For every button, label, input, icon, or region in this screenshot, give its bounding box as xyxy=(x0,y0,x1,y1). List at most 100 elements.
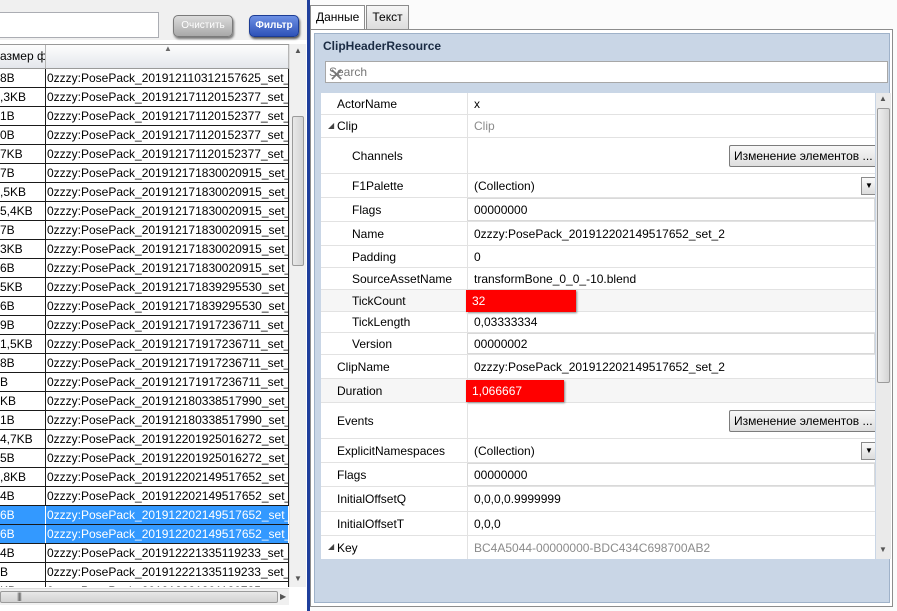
cell-name: 0zzzy:PosePack_201912171830020915_set_1 xyxy=(47,164,289,182)
prop-row-actorname[interactable]: ActorName x xyxy=(321,93,875,115)
prop-row-initialoffsetq[interactable]: InitialOffsetQ 0,0,0,0.9999999 xyxy=(321,487,875,512)
cell-size: 9B xyxy=(0,316,46,334)
table-row[interactable]: KB 0zzzy:PosePack_201912180338517990_set_… xyxy=(0,392,289,411)
scroll-up-icon[interactable]: ▲ xyxy=(294,46,302,55)
table-row[interactable]: 5,4KB 0zzzy:PosePack_201912171830020915_s… xyxy=(0,202,289,221)
tickcount-value: 32 xyxy=(472,294,486,308)
prop-name: ExplicitNamespaces xyxy=(337,443,446,458)
prop-value-field[interactable]: 00000002 xyxy=(467,333,875,354)
dropdown-arrow-icon[interactable]: ▼ xyxy=(861,442,875,460)
cell-name: 0zzzy:PosePack_201912171917236711_set_1 xyxy=(47,316,289,334)
prop-row-ticklength[interactable]: TickLength 0,03333334 xyxy=(321,312,875,333)
prop-row-initialoffsett[interactable]: InitialOffsetT 0,0,0 xyxy=(321,512,875,536)
cell-name: 0zzzy:PosePack_201912171830020915_set_3 xyxy=(47,221,289,239)
cell-size: 1,5KB xyxy=(0,335,46,353)
table-row[interactable]: 5B 0zzzy:PosePack_201912201925016272_set_… xyxy=(0,449,289,468)
table-row[interactable]: 8B 0zzzy:PosePack_201912171917236711_set_… xyxy=(0,354,289,373)
table-row[interactable]: 4B 0zzzy:PosePack_201912202149517652_set_… xyxy=(0,487,289,506)
prop-row-duration[interactable]: Duration 1,066667 xyxy=(321,379,875,403)
table-row[interactable]: 6B 0zzzy:PosePack_201912202149517652_set_… xyxy=(0,506,289,525)
vertical-scroll-thumb[interactable] xyxy=(292,116,304,266)
table-row[interactable]: KB0zzzy:PosePack_201912221201180735_set_… xyxy=(0,582,289,587)
prop-name: Key xyxy=(337,540,358,555)
table-row[interactable]: 3KB 0zzzy:PosePack_201912171830020915_set… xyxy=(0,240,289,259)
table-row[interactable]: 6B 0zzzy:PosePack_201912202149517652_set_… xyxy=(0,525,289,544)
prop-row-sourceassetname[interactable]: SourceAssetName transformBone_0_0_-10.bl… xyxy=(321,268,875,290)
table-row[interactable]: ,3KB 0zzzy:PosePack_201912171120152377_se… xyxy=(0,88,289,107)
column-header-size[interactable]: азмер ф xyxy=(0,45,46,68)
horizontal-scrollbar[interactable]: ||| ▶ xyxy=(0,588,289,605)
clear-button[interactable]: Очистить xyxy=(173,15,233,37)
prop-row-version[interactable]: Version 00000002 xyxy=(321,333,875,355)
table-row[interactable]: 4B 0zzzy:PosePack_201912221335119233_set_… xyxy=(0,544,289,563)
column-header-name[interactable]: ▲ xyxy=(46,45,289,68)
edit-collection-button[interactable]: Изменение элементов ... xyxy=(729,145,875,167)
scroll-up-icon[interactable]: ▲ xyxy=(879,94,887,103)
table-row[interactable]: 0B 0zzzy:PosePack_201912171120152377_set_… xyxy=(0,126,289,145)
cell-name: 0zzzy:PosePack_201912202149517652_set_2 xyxy=(47,506,289,524)
prop-row-events[interactable]: Events Изменение элементов ... xyxy=(321,403,875,439)
cell-name: 0zzzy:PosePack_201912202149517652_set_1 xyxy=(47,468,289,486)
table-row[interactable]: B 0zzzy:PosePack_201912221335119233_set_1 xyxy=(0,563,289,582)
prop-row-clip[interactable]: ◢ Clip Clip xyxy=(321,115,875,138)
prop-row-padding[interactable]: Padding 0 xyxy=(321,246,875,268)
scroll-right-icon[interactable]: ▶ xyxy=(280,592,286,601)
highlight-tickcount: 32 xyxy=(466,290,576,312)
table-row[interactable]: 9B 0zzzy:PosePack_201912171917236711_set_… xyxy=(0,316,289,335)
table-row[interactable]: 7B 0zzzy:PosePack_201912171830020915_set_… xyxy=(0,221,289,240)
table-row[interactable]: 5KB 0zzzy:PosePack_201912171839295530_set… xyxy=(0,278,289,297)
cell-name: 0zzzy:PosePack_201912171839295530_set_1 xyxy=(47,297,289,315)
prop-row-tickcount[interactable]: TickCount 32 xyxy=(321,290,875,312)
cell-name: 0zzzy:PosePack_201912171120152377_set_1 xyxy=(47,88,289,106)
filter-button[interactable]: Фильтр xyxy=(249,15,299,37)
table-row[interactable]: B 0zzzy:PosePack_201912171917236711_set_2 xyxy=(0,373,289,392)
prop-row-key[interactable]: ◢ Key BC4A5044-00000000-BDC434C698700AB2 xyxy=(321,536,875,559)
prop-value-field[interactable]: 00000000 xyxy=(467,198,875,221)
table-row[interactable]: 7B 0zzzy:PosePack_201912171830020915_set_… xyxy=(0,164,289,183)
table-row[interactable]: 7KB 0zzzy:PosePack_201912171120152377_set… xyxy=(0,145,289,164)
cell-size: 6B xyxy=(0,259,46,277)
prop-row-clipname[interactable]: ClipName 0zzzy:PosePack_2019122021495176… xyxy=(321,355,875,379)
table-row[interactable]: 8B 0zzzy:PosePack_201912110312157625_set_… xyxy=(0,69,289,88)
tab-data[interactable]: Данные xyxy=(310,5,366,30)
prop-name: SourceAssetName xyxy=(352,271,453,286)
property-search-input[interactable]: Search ✕ xyxy=(325,61,888,85)
horizontal-scroll-thumb[interactable]: ||| xyxy=(0,591,278,603)
prop-value-field[interactable]: 00000000 xyxy=(467,463,875,486)
cell-name: 0zzzy:PosePack_201912171830020915_set_1 xyxy=(47,183,289,201)
clear-search-icon[interactable]: ✕ xyxy=(329,65,885,85)
prop-row-flags[interactable]: Flags 00000000 xyxy=(321,463,875,487)
collapse-icon[interactable]: ◢ xyxy=(328,542,334,551)
cell-name: 0zzzy:PosePack_201912171917236711_set_2 xyxy=(47,354,289,372)
scroll-down-icon[interactable]: ▼ xyxy=(294,574,302,583)
prop-name: ActorName xyxy=(337,96,398,111)
table-row[interactable]: 6B 0zzzy:PosePack_201912171830020915_set_… xyxy=(0,259,289,278)
dropdown-arrow-icon[interactable]: ▼ xyxy=(861,177,875,195)
scroll-down-icon[interactable]: ▼ xyxy=(879,545,887,554)
table-row[interactable]: 4,7KB 0zzzy:PosePack_201912201925016272_s… xyxy=(0,430,289,449)
prop-row-channels[interactable]: Channels Изменение элементов ... xyxy=(321,138,875,174)
prop-name: Events xyxy=(337,413,374,428)
tab-text[interactable]: Текст xyxy=(366,5,409,29)
vertical-scrollbar[interactable]: ▲ ▼ xyxy=(289,44,306,587)
prop-row-explicitnamespaces[interactable]: ExplicitNamespaces (Collection) ▼ xyxy=(321,439,875,463)
prop-row-name[interactable]: Name 0zzzy:PosePack_201912202149517652_s… xyxy=(321,222,875,246)
collapse-icon[interactable]: ◢ xyxy=(328,121,334,130)
property-scroll-thumb[interactable] xyxy=(877,108,890,383)
table-row[interactable]: 1,5KB 0zzzy:PosePack_201912171917236711_s… xyxy=(0,335,289,354)
prop-row-f1palette[interactable]: F1Palette (Collection) ▼ xyxy=(321,174,875,198)
table-row[interactable]: 1B 0zzzy:PosePack_201912171120152377_set_… xyxy=(0,107,289,126)
prop-row-flags-inner[interactable]: Flags 00000000 xyxy=(321,198,875,222)
filter-input[interactable] xyxy=(0,12,159,38)
table-row[interactable]: ,5KB 0zzzy:PosePack_201912171830020915_se… xyxy=(0,183,289,202)
cell-name: 0zzzy:PosePack_201912201925016272_set_1 xyxy=(47,430,289,448)
table-row[interactable]: 6B 0zzzy:PosePack_201912171839295530_set_… xyxy=(0,297,289,316)
edit-collection-button[interactable]: Изменение элементов ... xyxy=(729,410,875,432)
tab-strip: Данные Текст xyxy=(310,5,410,30)
table-row[interactable]: 1B 0zzzy:PosePack_201912180338517990_set_… xyxy=(0,411,289,430)
property-scrollbar[interactable]: ▲ ▼ xyxy=(876,93,891,559)
grip-icon: ||| xyxy=(17,591,22,601)
cell-name: 0zzzy:PosePack_201912221335119233_set_1 xyxy=(47,544,289,562)
table-row[interactable]: ,8KB 0zzzy:PosePack_201912202149517652_se… xyxy=(0,468,289,487)
cell-size: 5,4KB xyxy=(0,202,46,220)
